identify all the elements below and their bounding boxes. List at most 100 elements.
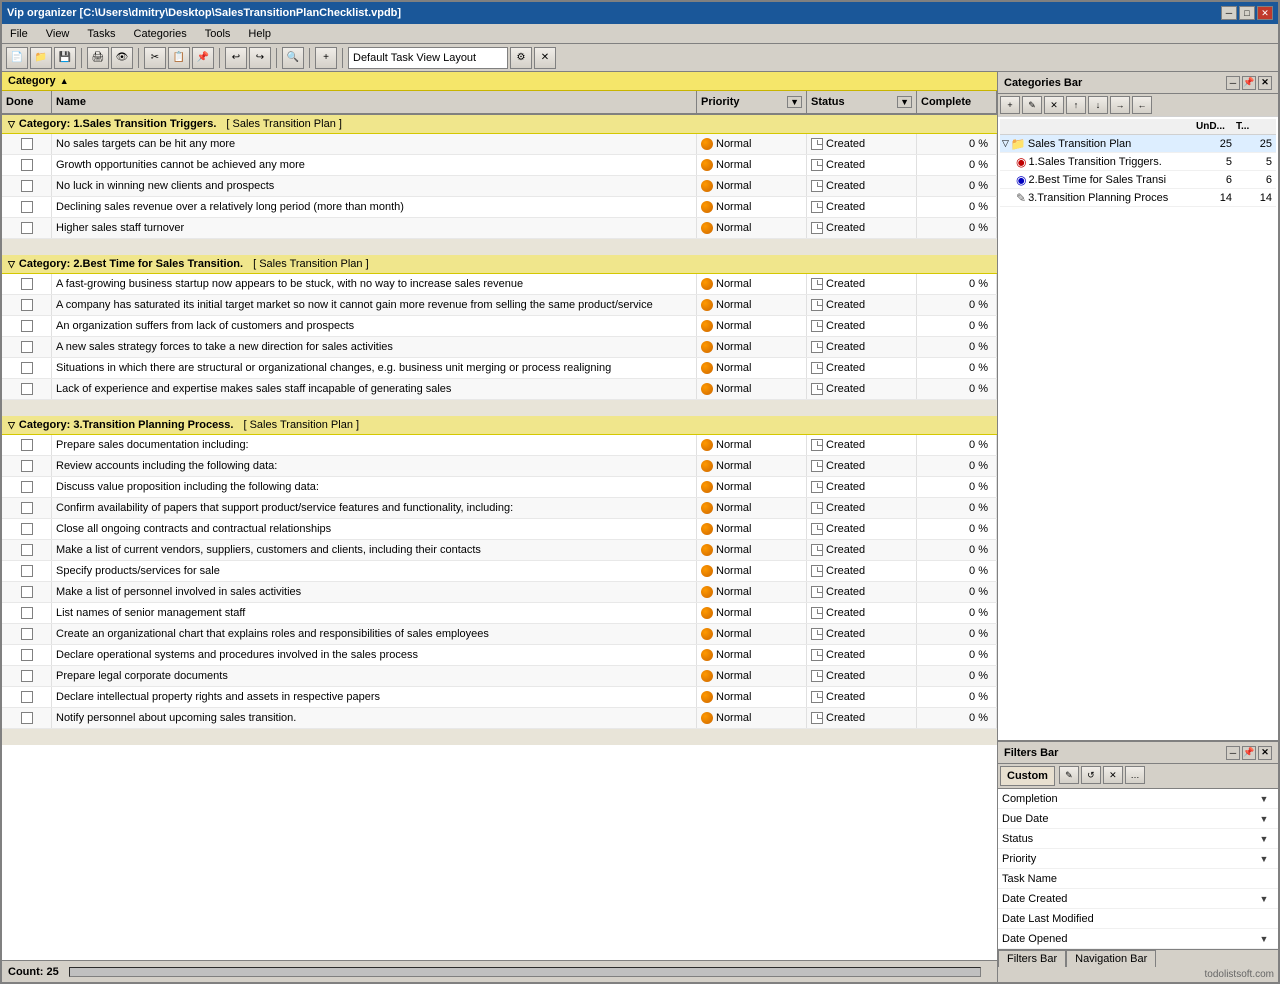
- task-checkbox[interactable]: [21, 439, 33, 451]
- menu-tasks[interactable]: Tasks: [83, 28, 119, 40]
- filters-bar-minimize[interactable]: ─: [1226, 746, 1240, 760]
- task-checkbox[interactable]: [21, 201, 33, 213]
- task-checkbox[interactable]: [21, 712, 33, 724]
- filter-arrow-date-opened[interactable]: ▼: [1254, 934, 1274, 944]
- priority-filter-icon[interactable]: ▼: [787, 96, 802, 108]
- task-checkbox[interactable]: [21, 649, 33, 661]
- undo-button[interactable]: ↩: [225, 47, 247, 69]
- cat2-expand[interactable]: ▽: [8, 259, 15, 270]
- print-button[interactable]: 🖨: [87, 47, 109, 69]
- add-task-button[interactable]: +: [315, 47, 337, 69]
- task-checkbox[interactable]: [21, 460, 33, 472]
- task-checkbox[interactable]: [21, 502, 33, 514]
- filter-arrow-date-created[interactable]: ▼: [1254, 894, 1274, 904]
- task-checkbox[interactable]: [21, 180, 33, 192]
- filter-tb-add[interactable]: ✎: [1059, 766, 1079, 784]
- td-name: Lack of experience and expertise makes s…: [52, 379, 697, 399]
- menu-file[interactable]: File: [6, 28, 32, 40]
- restore-button[interactable]: □: [1239, 6, 1255, 20]
- preview-button[interactable]: 👁: [111, 47, 133, 69]
- task-checkbox[interactable]: [21, 586, 33, 598]
- cat-tb-edit[interactable]: ✎: [1022, 96, 1042, 114]
- copy-button[interactable]: 📋: [168, 47, 190, 69]
- cat-tb-up[interactable]: ↑: [1066, 96, 1086, 114]
- save-button[interactable]: 💾: [54, 47, 76, 69]
- filter-row-task-name[interactable]: Task Name: [998, 869, 1278, 889]
- filter-row-date-modified[interactable]: Date Last Modified: [998, 909, 1278, 929]
- task-checkbox[interactable]: [21, 691, 33, 703]
- filter-row-due-date[interactable]: Due Date ▼: [998, 809, 1278, 829]
- task-checkbox[interactable]: [21, 278, 33, 290]
- task-checkbox[interactable]: [21, 607, 33, 619]
- filter-tb-more[interactable]: …: [1125, 766, 1145, 784]
- find-button[interactable]: 🔍: [282, 47, 304, 69]
- redo-button[interactable]: ↪: [249, 47, 271, 69]
- filter-row-date-created[interactable]: Date Created ▼: [998, 889, 1278, 909]
- categories-bar-minimize[interactable]: ─: [1226, 76, 1240, 90]
- task-checkbox[interactable]: [21, 481, 33, 493]
- layout-dropdown[interactable]: Default Task View Layout: [348, 47, 508, 69]
- th-complete[interactable]: Complete: [917, 91, 997, 113]
- filter-row-priority[interactable]: Priority ▼: [998, 849, 1278, 869]
- filter-row-completion[interactable]: Completion ▼: [998, 789, 1278, 809]
- task-checkbox[interactable]: [21, 565, 33, 577]
- task-checkbox[interactable]: [21, 544, 33, 556]
- menu-categories[interactable]: Categories: [130, 28, 191, 40]
- tree-item-root[interactable]: ▽ 📁 Sales Transition Plan 25 25: [1000, 135, 1276, 153]
- filter-arrow-priority[interactable]: ▼: [1254, 854, 1274, 864]
- paste-button[interactable]: 📌: [192, 47, 214, 69]
- filter-row-status[interactable]: Status ▼: [998, 829, 1278, 849]
- close-button[interactable]: ✕: [1257, 6, 1273, 20]
- task-checkbox[interactable]: [21, 523, 33, 535]
- tree-item-child-2[interactable]: ◉ 2.Best Time for Sales Transi 6 6: [1000, 171, 1276, 189]
- task-checkbox[interactable]: [21, 320, 33, 332]
- filter-arrow-due-date[interactable]: ▼: [1254, 814, 1274, 824]
- cat-tb-add[interactable]: +: [1000, 96, 1020, 114]
- th-name[interactable]: Name: [52, 91, 697, 113]
- task-checkbox[interactable]: [21, 138, 33, 150]
- tab-filters-bar[interactable]: Filters Bar: [998, 950, 1066, 967]
- task-checkbox[interactable]: [21, 222, 33, 234]
- task-checkbox[interactable]: [21, 299, 33, 311]
- th-status[interactable]: Status ▼: [807, 91, 917, 113]
- layout-close-button[interactable]: ✕: [534, 47, 556, 69]
- menu-tools[interactable]: Tools: [201, 28, 235, 40]
- layout-settings-button[interactable]: ⚙: [510, 47, 532, 69]
- cat-tb-delete[interactable]: ✕: [1044, 96, 1064, 114]
- filter-custom-label[interactable]: Custom: [1000, 766, 1055, 786]
- task-list[interactable]: ▽ Category: 1.Sales Transition Triggers.…: [2, 115, 997, 960]
- tree-item-child-3[interactable]: ✎ 3.Transition Planning Proces 14 14: [1000, 189, 1276, 207]
- new-button[interactable]: 📄: [6, 47, 28, 69]
- filter-arrow-completion[interactable]: ▼: [1254, 794, 1274, 804]
- task-checkbox[interactable]: [21, 159, 33, 171]
- filters-bar-close[interactable]: ✕: [1258, 746, 1272, 760]
- filter-tb-delete[interactable]: ✕: [1103, 766, 1123, 784]
- cat-tb-down[interactable]: ↓: [1088, 96, 1108, 114]
- task-checkbox[interactable]: [21, 628, 33, 640]
- cat-tb-indent[interactable]: →: [1110, 96, 1130, 114]
- minimize-button[interactable]: ─: [1221, 6, 1237, 20]
- categories-bar-pin[interactable]: 📌: [1242, 76, 1256, 90]
- status-filter-icon[interactable]: ▼: [897, 96, 912, 108]
- cut-button[interactable]: ✂: [144, 47, 166, 69]
- th-priority[interactable]: Priority ▼: [697, 91, 807, 113]
- filters-bar-pin[interactable]: 📌: [1242, 746, 1256, 760]
- filter-arrow-status[interactable]: ▼: [1254, 834, 1274, 844]
- th-done[interactable]: Done: [2, 91, 52, 113]
- tab-navigation-bar[interactable]: Navigation Bar: [1066, 950, 1156, 967]
- menu-view[interactable]: View: [42, 28, 74, 40]
- open-button[interactable]: 📁: [30, 47, 52, 69]
- filter-row-date-opened[interactable]: Date Opened ▼: [998, 929, 1278, 949]
- filter-tb-edit[interactable]: ↺: [1081, 766, 1101, 784]
- cat3-expand[interactable]: ▽: [8, 420, 15, 431]
- cat1-expand[interactable]: ▽: [8, 119, 15, 130]
- task-checkbox[interactable]: [21, 341, 33, 353]
- task-checkbox[interactable]: [21, 362, 33, 374]
- cat-tb-outdent[interactable]: ←: [1132, 96, 1152, 114]
- task-checkbox[interactable]: [21, 670, 33, 682]
- categories-bar-close[interactable]: ✕: [1258, 76, 1272, 90]
- tree-item-child-1[interactable]: ◉ 1.Sales Transition Triggers. 5 5: [1000, 153, 1276, 171]
- filter-label-due-date: Due Date: [1002, 813, 1254, 825]
- task-checkbox[interactable]: [21, 383, 33, 395]
- menu-help[interactable]: Help: [244, 28, 275, 40]
